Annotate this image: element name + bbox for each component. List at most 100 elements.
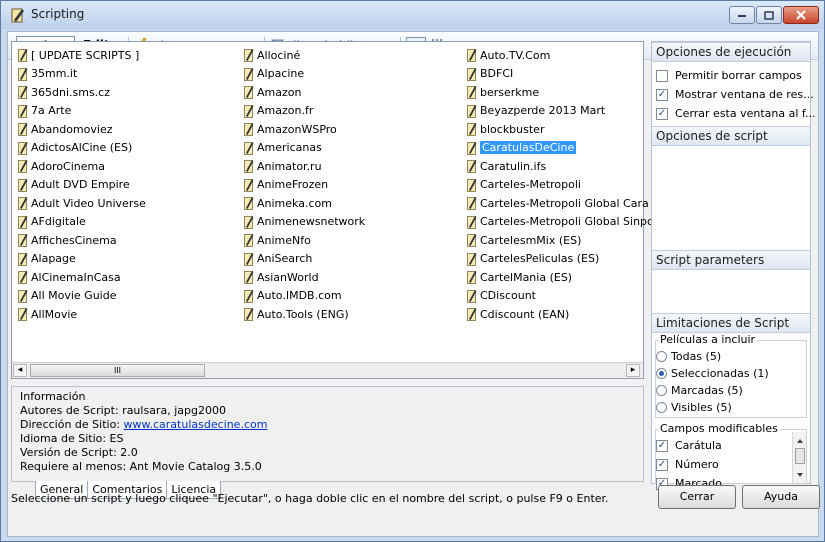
script-list-item[interactable]: AniSearch <box>244 250 449 269</box>
scroll-up-arrow-icon[interactable] <box>793 436 807 446</box>
script-list-item[interactable]: Alapage <box>18 250 223 269</box>
script-list-item[interactable]: Carteles-Metropoli Global Sinpc <box>467 213 672 232</box>
checkbox-field-number[interactable]: ✓ Número <box>656 458 719 471</box>
radio-selected-icon[interactable] <box>656 368 667 379</box>
script-name: AllMovie <box>31 307 78 321</box>
script-list-item[interactable]: AnimeFrozen <box>244 176 449 195</box>
script-list-item[interactable]: AffichesCinema <box>18 231 223 250</box>
script-parameters-header[interactable]: Script parameters <box>652 250 810 270</box>
script-list-item[interactable]: CartelesPeliculas (ES) <box>467 250 672 269</box>
script-list-item[interactable]: Beyazperde 2013 Mart <box>467 102 672 121</box>
checkbox-label: Carátula <box>675 439 722 452</box>
script-list-item[interactable]: Adult Video Universe <box>18 194 223 213</box>
script-name: AsianWorld <box>257 270 319 284</box>
script-list-item[interactable]: CartelMania (ES) <box>467 268 672 287</box>
script-list-item[interactable]: Caratulin.ifs <box>467 157 672 176</box>
script-list-item[interactable]: Auto.Tools (ENG) <box>244 305 449 324</box>
scroll-left-arrow-icon[interactable]: ◂ <box>13 364 27 377</box>
info-heading: Información <box>20 390 86 403</box>
script-list-item[interactable]: AFdigitale <box>18 213 223 232</box>
horizontal-scrollbar[interactable]: ◂ III ▸ <box>12 362 643 378</box>
script-list-item[interactable]: Alpacine <box>244 65 449 84</box>
script-list-item[interactable]: 35mm.it <box>18 65 223 84</box>
script-limits-header[interactable]: Limitaciones de Script <box>652 313 810 333</box>
check-icon[interactable]: ✓ <box>656 439 668 452</box>
script-list-item[interactable]: Americanas <box>244 139 449 158</box>
script-list-item[interactable]: AnimeNfo <box>244 231 449 250</box>
script-icon <box>244 308 254 322</box>
maximize-button[interactable] <box>756 6 782 24</box>
close-window-button[interactable] <box>783 6 819 24</box>
checkbox-field-cover[interactable]: ✓ Carátula <box>656 439 722 452</box>
help-button[interactable]: Ayuda <box>742 485 820 509</box>
script-list-item[interactable]: CaratulasDeCine <box>467 139 672 158</box>
radio-visible[interactable]: Visibles (5) <box>656 401 732 414</box>
script-list-item[interactable]: AdictosAlCine (ES) <box>18 139 223 158</box>
script-list-item[interactable]: All Movie Guide <box>18 287 223 306</box>
checkbox-close-window[interactable]: ✓ Cerrar esta ventana al f... <box>656 107 815 120</box>
script-list-item[interactable]: berserkme <box>467 83 672 102</box>
checkbox-box[interactable] <box>656 69 668 82</box>
title-bar[interactable]: Scripting <box>1 1 824 29</box>
script-list-item[interactable]: 7a Arte <box>18 102 223 121</box>
script-list-item[interactable]: AmazonWSPro <box>244 120 449 139</box>
script-list-item[interactable]: Amazon.fr <box>244 102 449 121</box>
script-list-item[interactable]: BDFCI <box>467 65 672 84</box>
script-icon <box>244 160 254 174</box>
radio-all[interactable]: Todas (5) <box>656 350 721 363</box>
script-options-header[interactable]: Opciones de script <box>652 126 810 146</box>
script-icon <box>18 160 28 174</box>
check-icon[interactable]: ✓ <box>656 458 668 471</box>
scroll-down-arrow-icon[interactable] <box>793 470 807 480</box>
script-list-item[interactable]: 365dni.sms.cz <box>18 83 223 102</box>
script-list-item[interactable]: Animator.ru <box>244 157 449 176</box>
scroll-right-arrow-icon[interactable]: ▸ <box>626 364 640 377</box>
script-icon <box>18 308 28 322</box>
script-name: AdoroCinema <box>31 159 105 173</box>
exec-options-header[interactable]: Opciones de ejecución <box>652 42 810 62</box>
radio-icon[interactable] <box>656 351 667 362</box>
script-icon <box>18 67 28 81</box>
radio-marked[interactable]: Marcadas (5) <box>656 384 743 397</box>
script-list[interactable]: [ UPDATE SCRIPTS ] 35mm.it 365dni.sms.cz 7a… <box>11 41 653 379</box>
script-list-item[interactable]: Carteles-Metropoli Global Cara <box>467 194 672 213</box>
minimize-button[interactable] <box>729 6 755 24</box>
script-icon <box>18 234 28 248</box>
script-list-item[interactable]: AdoroCinema <box>18 157 223 176</box>
checkbox-show-results[interactable]: ✓ Mostrar ventana de res... <box>656 88 814 101</box>
script-list-item[interactable]: CDiscount <box>467 287 672 306</box>
script-list-item[interactable]: Allociné <box>244 46 449 65</box>
radio-selected[interactable]: Seleccionadas (1) <box>656 367 769 380</box>
scroll-thumb[interactable]: III <box>30 364 205 377</box>
script-list-item[interactable]: Auto.IMDB.com <box>244 287 449 306</box>
radio-icon[interactable] <box>656 402 667 413</box>
script-list-item[interactable]: Abandomoviez <box>18 120 223 139</box>
script-list-item[interactable]: [ UPDATE SCRIPTS ] <box>18 46 223 65</box>
site-link[interactable]: www.caratulasdecine.com <box>124 418 268 431</box>
script-list-item[interactable]: blockbuster <box>467 120 672 139</box>
check-icon[interactable]: ✓ <box>656 107 668 120</box>
script-list-item[interactable]: Cdiscount (EAN) <box>467 305 672 324</box>
script-list-item[interactable]: Amazon <box>244 83 449 102</box>
script-list-item[interactable]: CartelesmMix (ES) <box>467 231 672 250</box>
script-icon <box>244 104 254 118</box>
close-button[interactable]: Cerrar <box>658 485 736 509</box>
script-icon <box>467 271 477 285</box>
script-list-item[interactable]: AsianWorld <box>244 268 449 287</box>
script-list-item[interactable]: AllMovie <box>18 305 223 324</box>
script-name: [ UPDATE SCRIPTS ] <box>31 48 140 62</box>
script-name: Adult DVD Empire <box>31 178 130 192</box>
script-icon <box>18 104 28 118</box>
radio-icon[interactable] <box>656 385 667 396</box>
scroll-thumb[interactable] <box>795 448 805 464</box>
script-list-item[interactable]: Carteles-Metropoli <box>467 176 672 195</box>
script-list-item[interactable]: Adult DVD Empire <box>18 176 223 195</box>
checkbox-allow-delete[interactable]: Permitir borrar campos <box>656 69 802 82</box>
script-list-item[interactable]: Animeka.com <box>244 194 449 213</box>
check-icon[interactable]: ✓ <box>656 88 668 101</box>
fields-scrollbar[interactable] <box>792 432 806 483</box>
script-list-item[interactable]: Auto.TV.Com <box>467 46 672 65</box>
script-list-item[interactable]: Animenewsnetwork <box>244 213 449 232</box>
info-requires: Requiere al menos: Ant Movie Catalog 3.5… <box>20 460 262 473</box>
script-list-item[interactable]: AlCinemaInCasa <box>18 268 223 287</box>
